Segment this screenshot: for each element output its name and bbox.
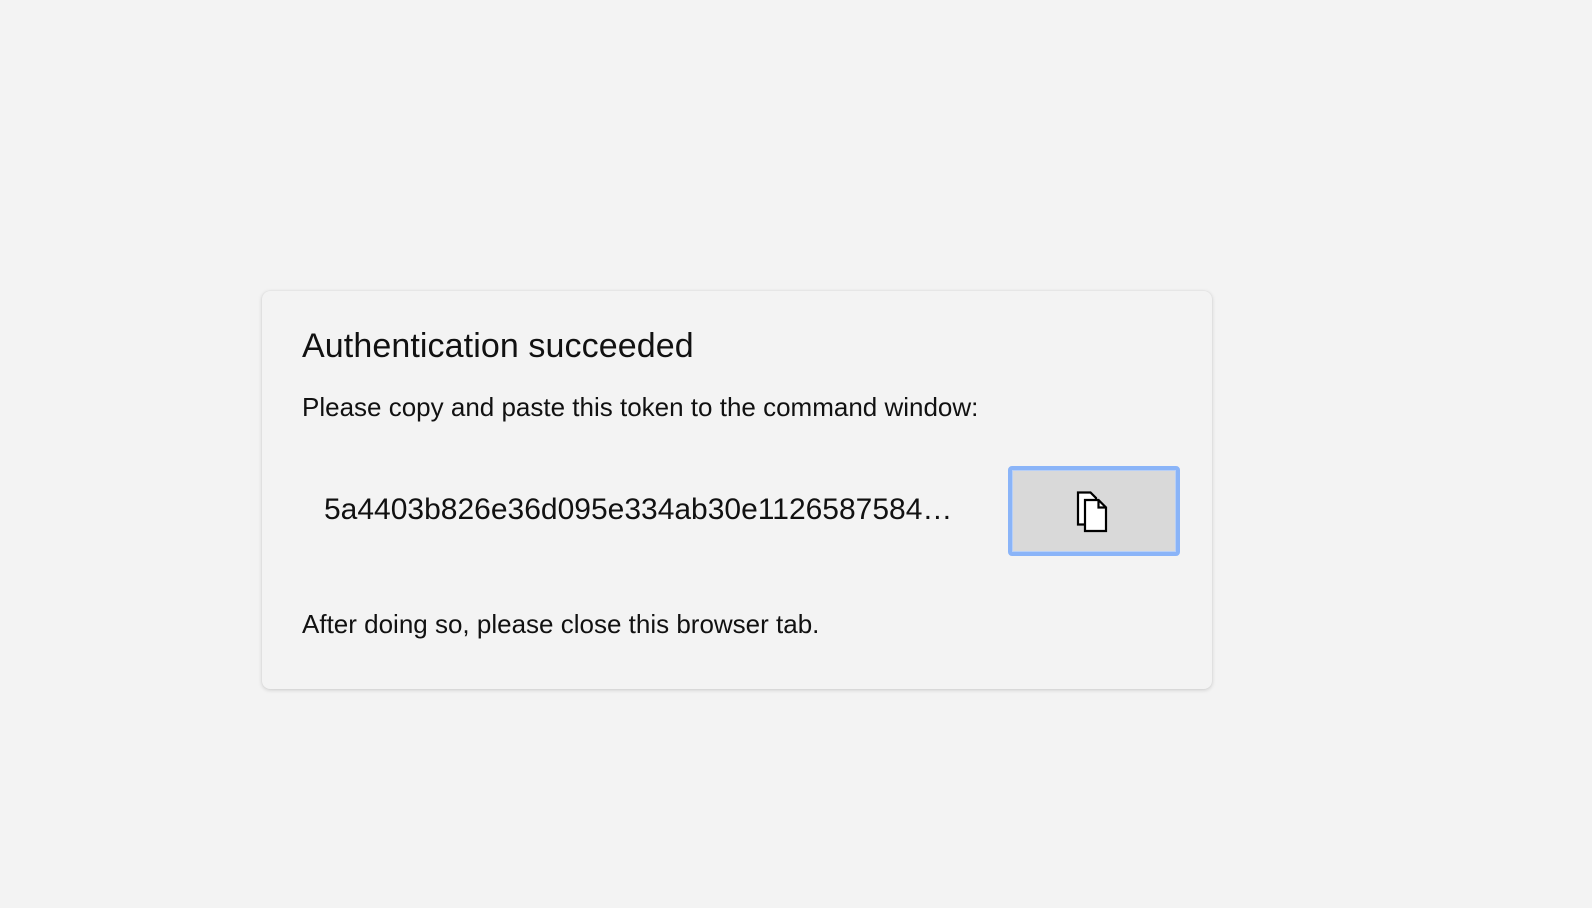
authentication-card: Authentication succeeded Please copy and… [262, 291, 1212, 689]
page-title: Authentication succeeded [302, 327, 694, 365]
token-row: 5a4403b826e36d095e334ab30e1126587584… [302, 463, 1182, 557]
closing-note: After doing so, please close this browse… [302, 609, 820, 639]
copy-token-button[interactable] [1008, 466, 1180, 556]
token-value[interactable]: 5a4403b826e36d095e334ab30e1126587584… [324, 463, 986, 557]
copy-instruction: Please copy and paste this token to the … [302, 392, 979, 422]
copy-icon [1076, 491, 1108, 533]
